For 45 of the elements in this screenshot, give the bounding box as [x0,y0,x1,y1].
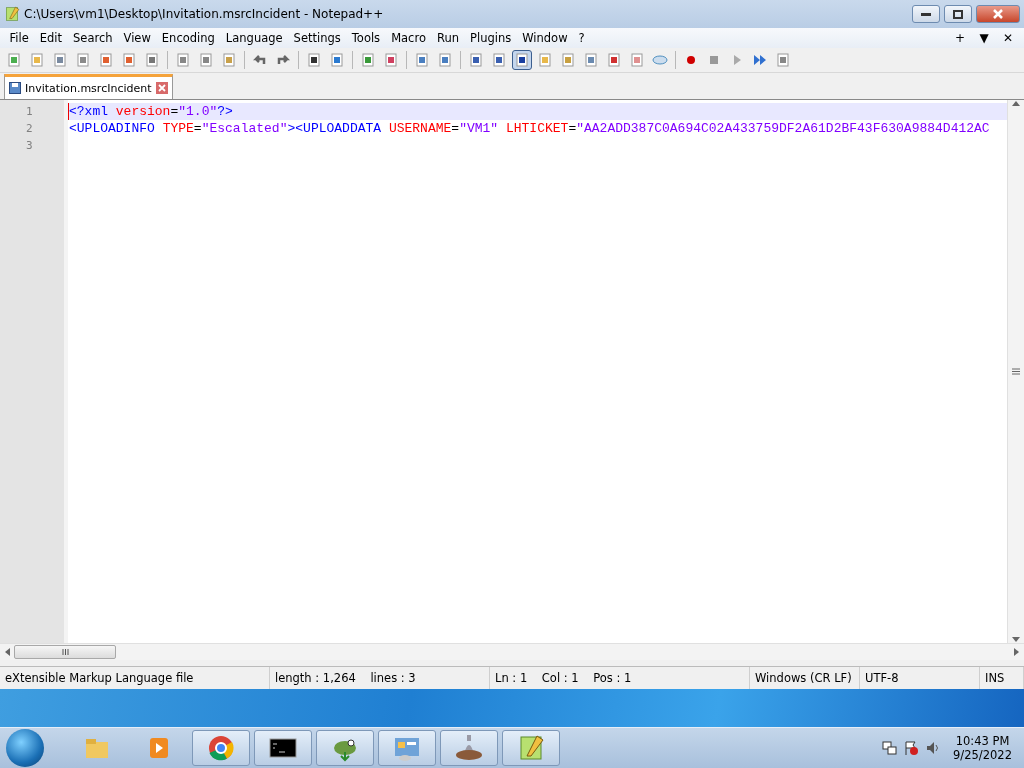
menu-item[interactable]: Run [431,31,465,45]
code-line: <UPLOADINFO TYPE="Escalated"><UPLOADDATA USERNAME="VM1" LHTICKET="AA2ADD387C0A694C02A433759DF2A61D2BF43F630A9884D412AC [68,120,991,137]
menu-item[interactable]: View [118,31,157,45]
menu-item[interactable]: File [4,31,35,45]
close-icon [993,9,1003,19]
menu-item[interactable]: Language [220,31,289,45]
flag-icon[interactable] [903,740,920,756]
scroll-grip-icon[interactable] [1012,368,1020,375]
line-number: 3 [25,138,34,154]
fast-forward-icon [752,52,768,68]
clock[interactable]: 10:43 PM 9/25/2022 [947,734,1018,762]
scroll-up-icon[interactable] [1012,100,1020,106]
line-number: 1 [25,104,34,120]
menu-item[interactable]: Window [516,31,574,45]
menu-control[interactable]: ✕ [996,31,1020,45]
menu-item[interactable]: Settings [288,31,347,45]
menu-item[interactable]: Search [67,31,119,45]
scroll-left-icon[interactable] [4,648,10,656]
menu-item[interactable]: Macro [385,31,432,45]
menu-item[interactable]: Encoding [156,31,221,45]
tab-label: Invitation.msrcIncident [25,81,152,95]
network-icon[interactable] [881,740,898,756]
taskbar-button[interactable] [254,730,312,766]
scroll-right-icon[interactable] [1014,648,1020,656]
browser-icon [207,734,235,762]
notepad-icon [517,734,545,762]
maximize-button[interactable] [944,5,972,23]
close-button[interactable] [976,5,1020,23]
menu-item[interactable]: Plugins [464,31,517,45]
menu-item[interactable]: Tools [346,31,386,45]
close-icon[interactable] [155,82,168,94]
window-title: C:\Users\vm1\Desktop\Invitation.msrcIncident - Notepad++ [24,7,385,21]
notepad-icon [4,6,20,22]
maximize-icon [953,9,963,19]
line-number: 2 [25,121,34,137]
menu-item[interactable]: ? [573,31,591,45]
menu-control[interactable]: + [948,31,972,45]
menu-item[interactable]: Edit [34,31,68,45]
scroll-thumb[interactable] [14,645,116,659]
minimize-button[interactable] [912,5,940,23]
bell-icon [455,734,483,762]
minimize-icon [921,12,931,16]
file-tab[interactable]: Invitation.msrcIncident [4,74,173,99]
menu-control[interactable]: ▼ [972,31,996,45]
start-button[interactable] [6,729,44,767]
